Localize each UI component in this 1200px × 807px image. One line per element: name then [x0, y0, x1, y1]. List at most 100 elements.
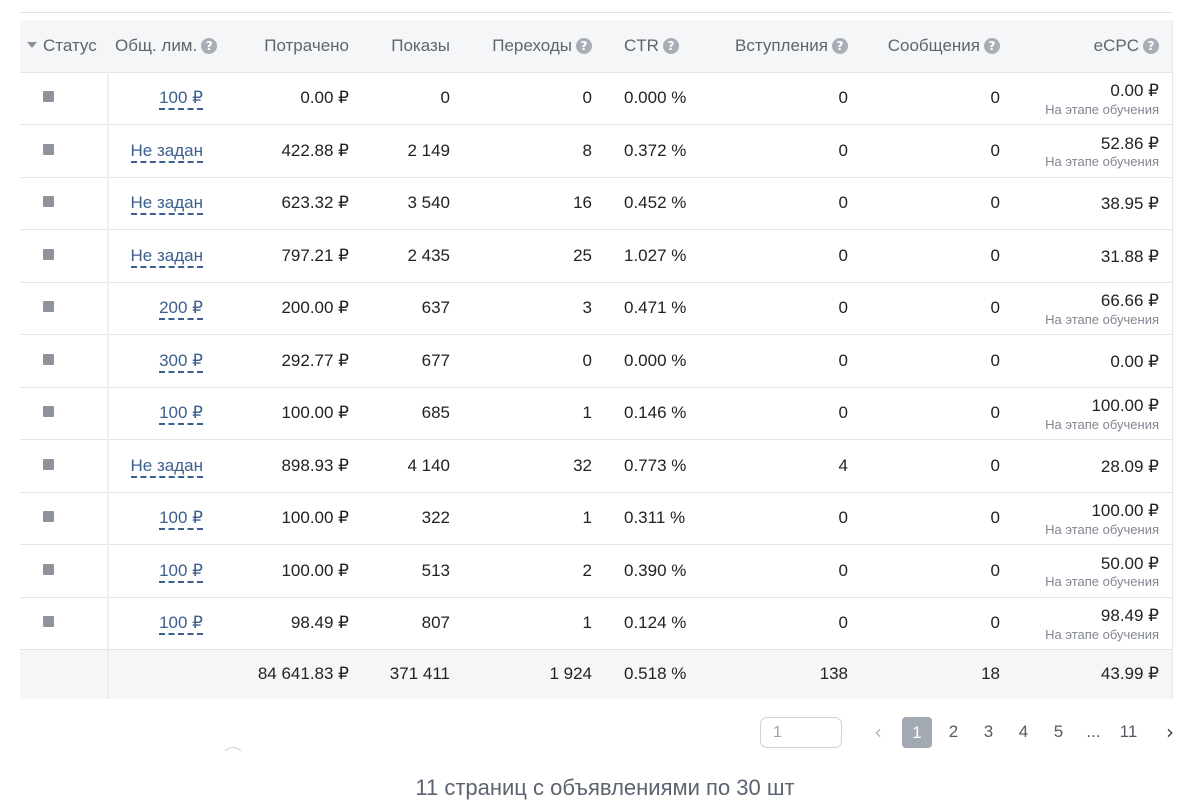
limit-link[interactable]: 100 ₽: [159, 88, 203, 111]
limit-link[interactable]: Не задан: [130, 455, 203, 478]
page-1-button[interactable]: 1: [902, 716, 932, 748]
status-cell[interactable]: [20, 597, 109, 650]
table-row[interactable]: 100 ₽100.00 ₽685 1 0.146 % 0 0 100.00 ₽ На эта…: [20, 387, 1172, 440]
col-joins-header[interactable]: Вступления?: [699, 20, 861, 73]
status-cell[interactable]: [20, 282, 109, 335]
limit-link[interactable]: 100 ₽: [159, 613, 203, 636]
joins-cell: 0: [699, 124, 861, 178]
spent-cell: 292.77 ₽: [228, 334, 362, 388]
table-row[interactable]: 200 ₽200.00 ₽637 3 0.471 % 0 0 66.66 ₽ На этап…: [20, 282, 1172, 335]
totals-limit-cell: [108, 650, 228, 699]
status-square-icon[interactable]: [43, 406, 54, 418]
status-cell[interactable]: [20, 492, 109, 545]
clicks-cell: 1: [463, 387, 605, 440]
page-4-button[interactable]: 4: [1006, 722, 1041, 742]
col-status-header[interactable]: Статус: [20, 20, 108, 73]
ctr-cell: 0.390 %: [605, 544, 699, 598]
ecpc-cell: 31.88 ₽: [1013, 229, 1172, 283]
status-cell[interactable]: [20, 229, 109, 283]
table-row[interactable]: Не задан 623.32 ₽3 540 16 0.452 % 0 0 38.95 ₽: [20, 177, 1172, 230]
learning-stage-note: На этапе обучения: [1045, 154, 1159, 170]
limit-link[interactable]: 300 ₽: [159, 350, 203, 373]
status-square-icon[interactable]: [43, 353, 54, 365]
ecpc-value: 31.88 ₽: [1100, 246, 1159, 266]
table-row[interactable]: 100 ₽100.00 ₽322 1 0.311 % 0 0 100.00 ₽ На эта…: [20, 492, 1172, 545]
clicks-cell: 0: [463, 72, 605, 125]
limit-link[interactable]: Не задан: [130, 193, 203, 216]
page-number-input[interactable]: [760, 717, 842, 748]
status-cell[interactable]: [20, 177, 109, 230]
question-circle-icon[interactable]: ?: [1143, 37, 1159, 54]
spent-cell: 898.93 ₽: [228, 439, 362, 493]
ecpc-cell: 100.00 ₽ На этапе обучения: [1013, 492, 1172, 545]
status-square-icon[interactable]: [43, 196, 54, 208]
page-5-button[interactable]: 5: [1041, 722, 1076, 742]
status-cell[interactable]: [20, 544, 109, 598]
table-row[interactable]: Не задан 797.21 ₽2 435 25 1.027 % 0 0 31.88 ₽: [20, 229, 1172, 283]
ads-table-container: Статус Общ. лим.? Потрачено Показы Перех…: [20, 20, 1173, 699]
status-square-icon[interactable]: [43, 248, 54, 260]
table-row[interactable]: Не задан 898.93 ₽4 140 32 0.773 % 4 0 28.09 ₽: [20, 439, 1172, 493]
totals-clicks: 1 924: [549, 664, 592, 684]
learning-stage-note: На этапе обучения: [1045, 521, 1159, 537]
sort-desc-icon[interactable]: [27, 41, 37, 48]
spent-cell: 623.32 ₽: [228, 177, 362, 230]
status-cell[interactable]: [20, 387, 109, 440]
col-spent-header[interactable]: Потрачено: [228, 20, 362, 73]
status-square-icon[interactable]: [43, 616, 54, 628]
messages-cell: 0: [861, 544, 1013, 598]
question-circle-icon[interactable]: ?: [201, 37, 218, 54]
impressions-cell: 3 540: [362, 177, 463, 230]
status-square-icon[interactable]: [43, 458, 54, 470]
joins-cell: 4: [699, 439, 861, 493]
question-circle-icon[interactable]: ?: [832, 37, 848, 54]
chevron-right-icon[interactable]: ›: [1160, 720, 1180, 744]
col-limit-header[interactable]: Общ. лим.?: [108, 20, 228, 73]
table-row[interactable]: 100 ₽98.49 ₽807 1 0.124 % 0 0 98.49 ₽ На этапе…: [20, 597, 1172, 650]
ctr-cell: 0.372 %: [605, 124, 699, 178]
table-row[interactable]: 300 ₽292.77 ₽677 0 0.000 % 0 0 0.00 ₽: [20, 334, 1172, 388]
status-square-icon[interactable]: [43, 511, 54, 523]
status-square-icon[interactable]: [43, 301, 54, 313]
question-circle-icon[interactable]: ?: [662, 37, 679, 54]
table-row[interactable]: 100 ₽100.00 ₽513 2 0.390 % 0 0 50.00 ₽ На этап…: [20, 544, 1172, 598]
status-cell[interactable]: [20, 124, 109, 178]
col-ecpc-header[interactable]: eCPC?: [1013, 20, 1172, 73]
spent-cell: 100.00 ₽: [228, 387, 362, 440]
col-messages-header[interactable]: Сообщения?: [861, 20, 1013, 73]
page-3-button[interactable]: 3: [971, 722, 1006, 742]
spent-cell: 422.88 ₽: [228, 124, 362, 178]
limit-cell: Не задан: [108, 177, 228, 230]
table-row[interactable]: 100 ₽0.00 ₽0 0 0.000 % 0 0 0.00 ₽ На этапе обу…: [20, 72, 1172, 125]
totals-ecpc: 43.99 ₽: [1100, 664, 1159, 684]
limit-link[interactable]: 100 ₽: [159, 403, 203, 426]
status-square-icon[interactable]: [43, 563, 54, 575]
question-circle-icon[interactable]: ?: [984, 37, 1000, 54]
page-2-button[interactable]: 2: [936, 722, 971, 742]
limit-link[interactable]: 200 ₽: [159, 298, 203, 321]
chevron-left-icon[interactable]: ‹: [868, 720, 888, 744]
impressions-cell: 2 435: [362, 229, 463, 283]
col-impressions-header[interactable]: Показы: [362, 20, 463, 73]
col-clicks-header[interactable]: Переходы?: [463, 20, 605, 73]
limit-link[interactable]: Не задан: [130, 140, 203, 163]
status-square-icon[interactable]: [43, 91, 54, 103]
limit-cell: Не задан: [108, 439, 228, 493]
status-cell[interactable]: [20, 439, 109, 493]
page-last-button[interactable]: 11: [1111, 722, 1146, 742]
table-row[interactable]: Не задан 422.88 ₽2 149 8 0.372 % 0 0 52.86 ₽ На…: [20, 124, 1172, 178]
question-circle-icon[interactable]: ?: [576, 37, 592, 54]
status-cell[interactable]: [20, 72, 109, 125]
ecpc-value: 28.09 ₽: [1100, 456, 1159, 476]
clicks-cell: 8: [463, 124, 605, 178]
limit-link[interactable]: 100 ₽: [159, 508, 203, 531]
status-square-icon[interactable]: [43, 143, 54, 155]
limit-link[interactable]: Не задан: [130, 245, 203, 268]
impressions-cell: 4 140: [362, 439, 463, 493]
ecpc-value: 52.86 ₽: [1100, 133, 1159, 153]
limit-link[interactable]: 100 ₽: [159, 560, 203, 583]
joins-cell: 0: [699, 282, 861, 335]
status-cell[interactable]: [20, 334, 109, 388]
col-ctr-header[interactable]: CTR?: [605, 20, 699, 73]
limit-cell: 100 ₽: [108, 544, 228, 598]
